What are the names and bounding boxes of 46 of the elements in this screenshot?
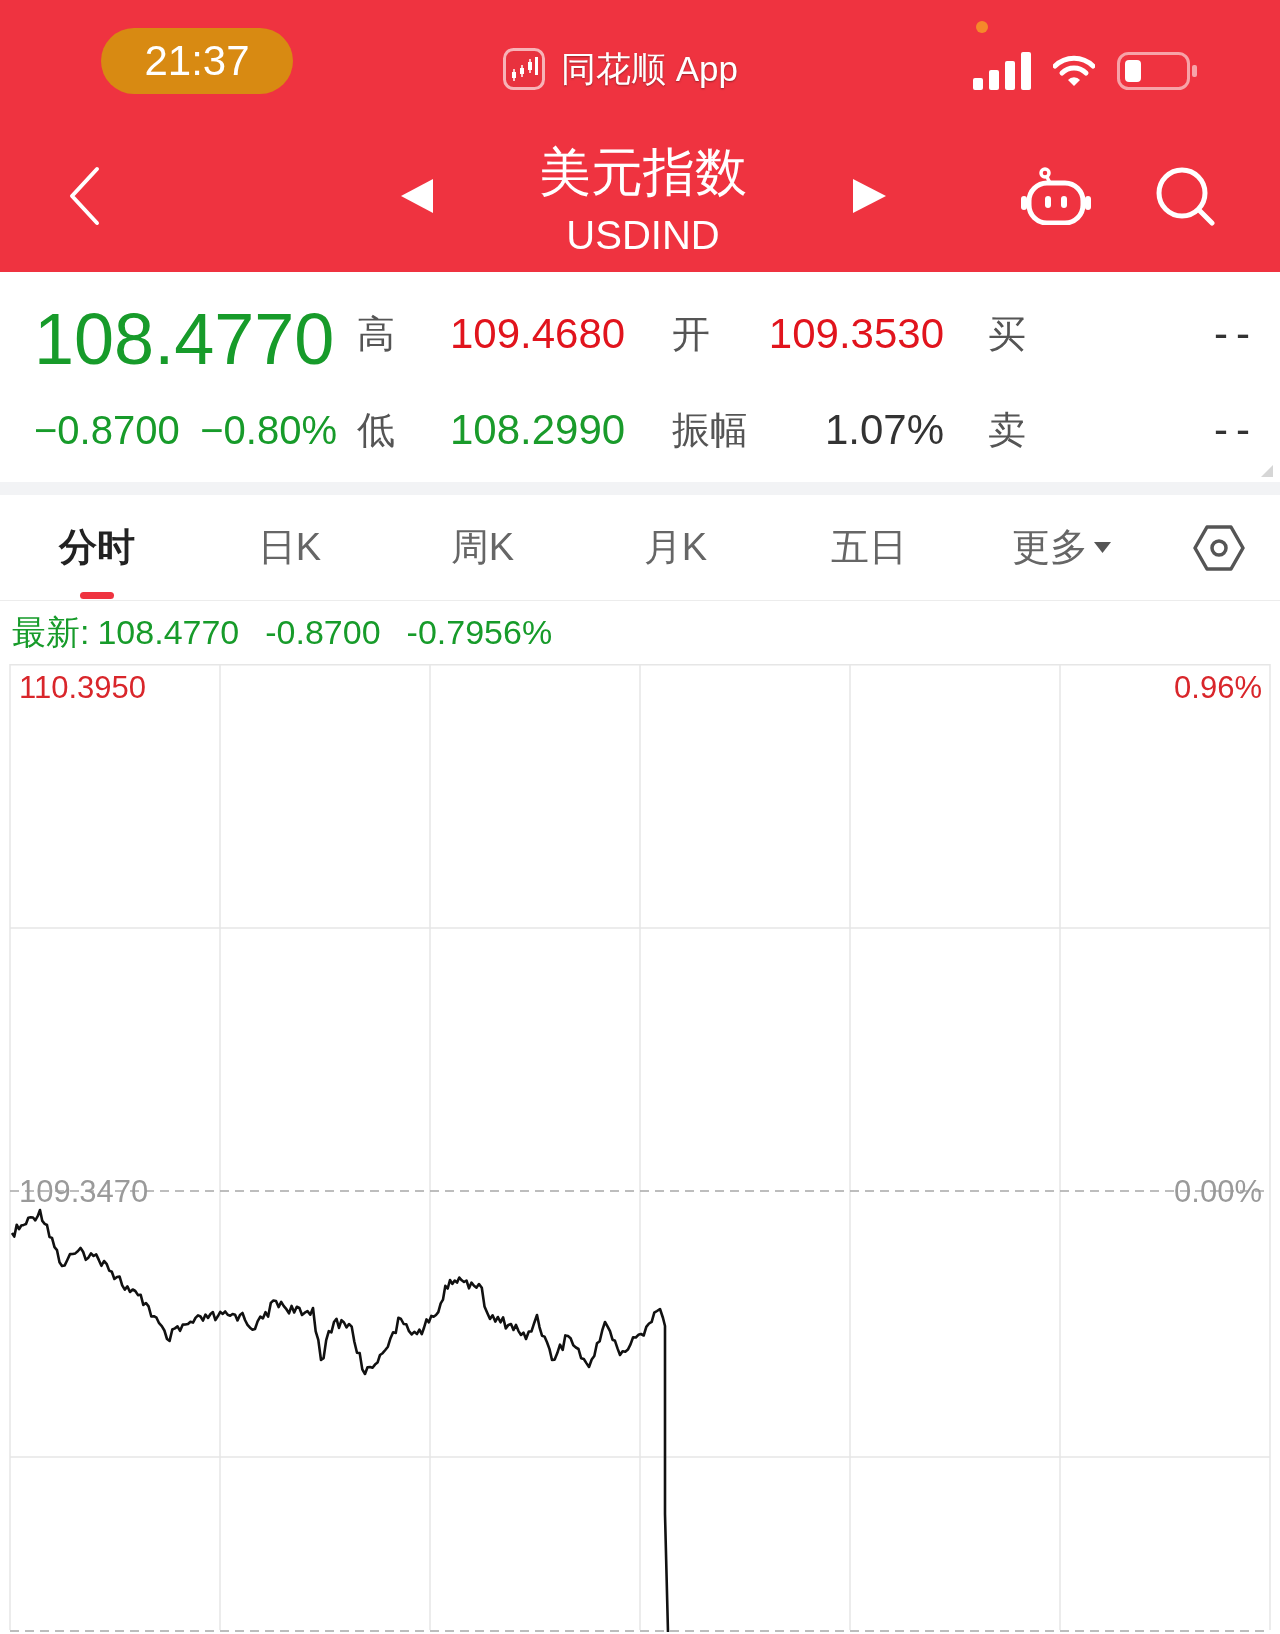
stat-value: --	[1213, 406, 1258, 454]
stat-label: 买	[988, 312, 1027, 357]
stat-label: 振幅	[672, 408, 749, 453]
privacy-dot-icon	[976, 21, 988, 33]
settings-icon[interactable]	[1193, 524, 1245, 571]
last-price: 108.4770	[34, 298, 336, 381]
caret-down-icon	[1094, 542, 1111, 553]
header-title: 美元指数	[538, 142, 748, 202]
latest-price: 108.4770	[97, 612, 240, 653]
search-icon[interactable]	[1155, 166, 1215, 226]
chart-tab[interactable]: 日K	[193, 495, 386, 600]
axis-price-label: 109.3470	[19, 1174, 149, 1209]
stat-label: 开	[672, 312, 711, 357]
stat-label: 卖	[988, 408, 1027, 453]
header-code: USDIND	[565, 214, 721, 256]
app-icon	[503, 48, 545, 90]
axis-percent-label: 0.00%	[1174, 1174, 1262, 1209]
chart-tab[interactable]: 分时	[0, 495, 193, 600]
chart-tab[interactable]: 周K	[386, 495, 579, 600]
back-icon[interactable]	[68, 166, 100, 226]
previous-triangle-icon[interactable]	[401, 179, 433, 213]
chart-tab[interactable]: 月K	[579, 495, 772, 600]
stat-value: 1.07%	[823, 406, 945, 454]
chart-tab[interactable]: 更多	[965, 495, 1158, 600]
axis-percent-label: 0.96%	[1174, 670, 1262, 705]
percent-change: −0.80%	[200, 407, 337, 454]
chart-tab[interactable]: 五日	[772, 495, 965, 600]
latest-label: 最新:	[12, 612, 90, 653]
stat-value: 109.3530	[767, 310, 945, 358]
next-triangle-icon[interactable]	[853, 179, 886, 213]
corner-triangle-icon	[1261, 465, 1273, 477]
signal-icon	[973, 52, 1031, 90]
app-name: 同花顺 App	[561, 48, 738, 90]
stat-value: 109.4680	[450, 310, 627, 358]
wifi-icon	[1053, 55, 1095, 87]
latest-change: -0.8700	[265, 612, 381, 653]
status-time: 21:37	[101, 28, 293, 94]
price-change: −0.8700	[34, 407, 180, 454]
latest-percent: -0.7956%	[406, 612, 553, 653]
battery-icon	[1117, 52, 1197, 90]
stat-value: --	[1213, 310, 1258, 358]
axis-price-label: 110.3950	[19, 670, 146, 705]
robot-icon[interactable]	[1021, 167, 1091, 225]
stat-label: 低	[357, 408, 396, 453]
stat-label: 高	[357, 312, 396, 357]
stat-value: 108.2990	[450, 406, 627, 454]
